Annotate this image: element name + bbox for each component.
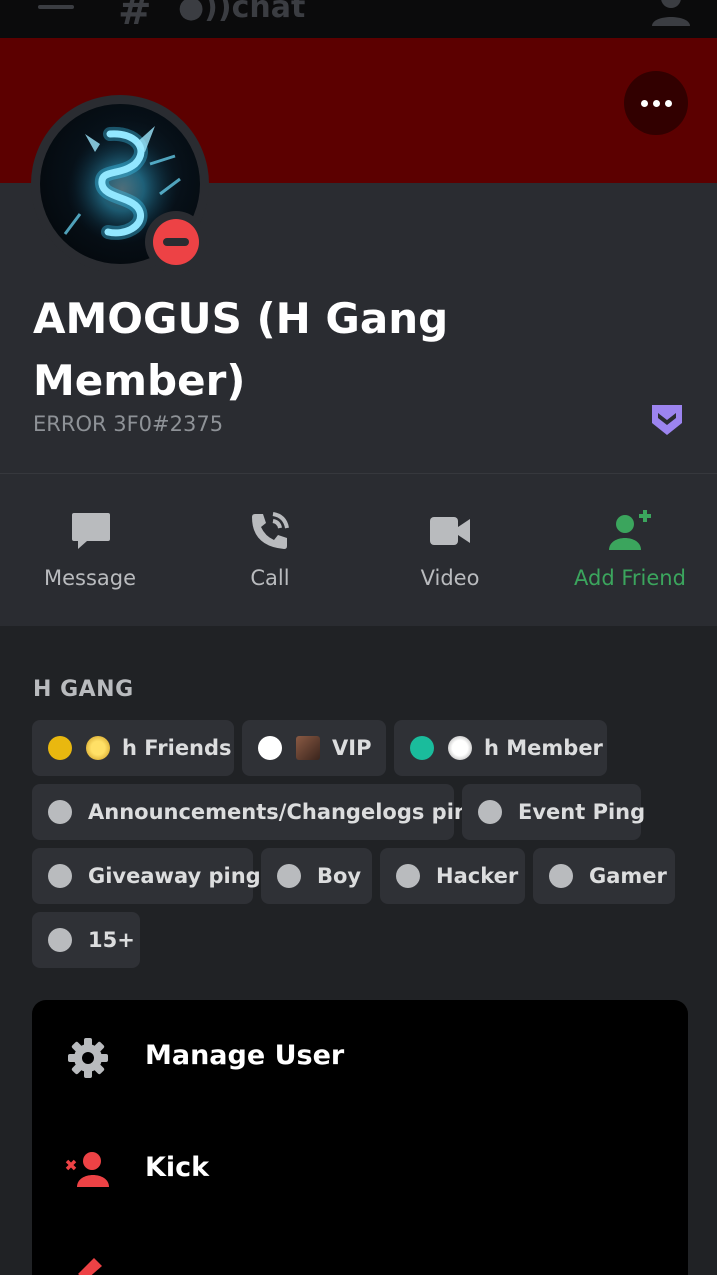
app-name: chat [231, 0, 306, 25]
video-icon [430, 517, 470, 545]
dnd-status-icon [153, 219, 199, 265]
role-color-dot [48, 736, 72, 760]
add-friend-icon [609, 510, 651, 550]
role-chip[interactable]: Boy [261, 848, 372, 904]
role-chip[interactable]: Giveaway ping [32, 848, 261, 904]
role-label: 15+ [88, 928, 135, 952]
phone-icon [252, 512, 289, 549]
role-label: h Member [484, 736, 603, 760]
role-color-dot [478, 800, 502, 824]
top-bar: # ●))chat [0, 0, 717, 38]
role-color-dot [396, 864, 420, 888]
role-emoji-icon [86, 736, 110, 760]
role-chip[interactable]: 15+ [32, 912, 140, 968]
role-label: VIP [332, 736, 372, 760]
role-chip[interactable]: Event Ping [462, 784, 645, 840]
role-label: Gamer [589, 864, 667, 888]
role-chip[interactable]: h Member [394, 720, 607, 776]
role-color-dot [48, 928, 72, 952]
role-label: Boy [317, 864, 362, 888]
message-label: Message [43, 566, 137, 590]
message-icon [72, 513, 110, 549]
channel-hash-icon: # [118, 0, 152, 34]
role-color-dot [48, 800, 72, 824]
kick-button[interactable]: Kick [32, 1120, 688, 1220]
role-color-dot [258, 736, 282, 760]
role-color-dot [410, 736, 434, 760]
app-logo: ●))chat [178, 0, 305, 25]
role-label: Giveaway ping [88, 864, 261, 888]
message-button[interactable]: Message [0, 474, 180, 626]
role-color-dot [549, 864, 573, 888]
kick-label: Kick [145, 1152, 210, 1183]
gear-icon [68, 1038, 108, 1078]
role-label: Announcements/Changelogs ping [88, 800, 484, 824]
kick-user-icon [65, 1152, 109, 1187]
display-name: AMOGUS (H Gang Member) [33, 294, 449, 405]
add-friend-label: Add Friend [574, 566, 686, 590]
role-label: Hacker [436, 864, 519, 888]
role-emoji-icon [448, 736, 472, 760]
manage-user-label: Manage User [145, 1040, 345, 1071]
role-emoji-icon [296, 736, 320, 760]
dot-icon [652, 99, 660, 107]
call-button[interactable]: Call [180, 474, 360, 626]
role-chip[interactable]: Hacker [380, 848, 525, 904]
role-label: h Friends [122, 736, 232, 760]
dot-icon [664, 99, 672, 107]
add-friend-button[interactable]: Add Friend [540, 474, 717, 626]
role-chip[interactable]: h Friends [32, 720, 234, 776]
moderation-menu: Manage User Kick [32, 1000, 688, 1275]
members-icon[interactable] [650, 0, 692, 28]
dot-icon [640, 99, 648, 107]
user-tag[interactable]: ERROR 3F0#2375 [33, 412, 223, 436]
menu-icon[interactable] [38, 0, 74, 22]
hypesquad-badge-icon[interactable] [650, 403, 684, 437]
role-color-dot [277, 864, 301, 888]
role-chip[interactable]: VIP [242, 720, 386, 776]
roles-section-title: H GANG [33, 677, 134, 702]
role-label: Event Ping [518, 800, 646, 824]
manage-user-button[interactable]: Manage User [32, 1008, 688, 1108]
more-options-button[interactable] [624, 71, 688, 135]
call-label: Call [250, 566, 290, 590]
role-chip[interactable]: Announcements/Changelogs ping [32, 784, 484, 840]
role-chip[interactable]: Gamer [533, 848, 675, 904]
profile-actions: Message Call Video Add Friend [0, 474, 717, 626]
video-button[interactable]: Video [360, 474, 540, 626]
video-label: Video [420, 566, 480, 590]
ban-hammer-icon [78, 1258, 102, 1275]
role-color-dot [48, 864, 72, 888]
